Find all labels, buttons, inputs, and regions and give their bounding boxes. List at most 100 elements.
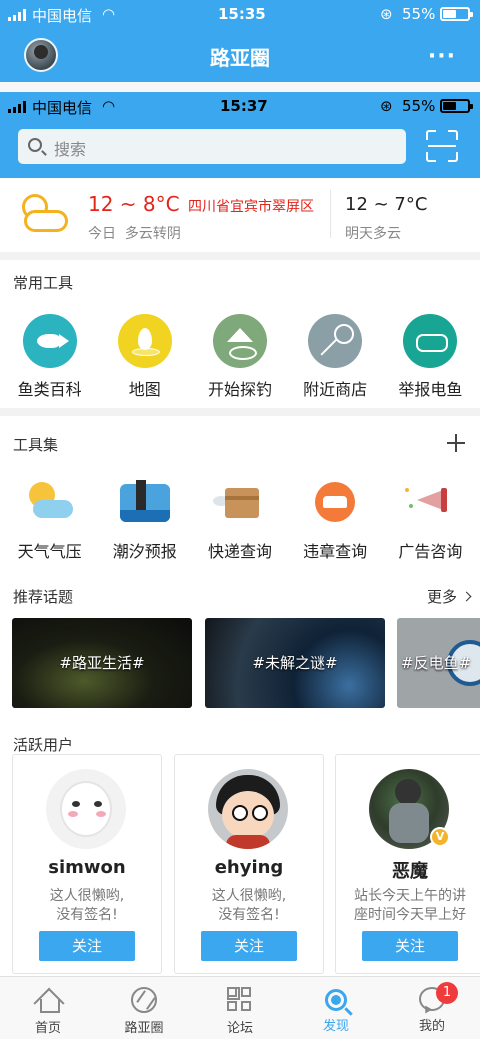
scan-icon[interactable] [426, 130, 458, 162]
follow-button[interactable]: 关注 [39, 931, 135, 961]
carrier-label: 中国电信 [32, 7, 93, 25]
tab-label: 我的 [418, 1019, 445, 1034]
tool-label: 附近商店 [303, 380, 368, 399]
tool-weather-pressure[interactable]: 天气气压 [7, 476, 93, 562]
bottom-tab-bar: 首页 路亚圈 论坛 发现 1 我的 [0, 976, 480, 1039]
signature-line: 这人很懒哟, [211, 888, 287, 904]
today-description: 多云转阴 [124, 226, 181, 242]
follow-button[interactable]: 关注 [201, 931, 297, 961]
tool-fish-encyclopedia[interactable]: 鱼类百科 [7, 314, 93, 400]
location-label: 四川省宜宾市翠屏区 [188, 199, 314, 215]
tool-ad-inquiry[interactable]: 广告咨询 [387, 476, 473, 562]
page-title: 路亚圈 [210, 46, 270, 70]
tool-express-query[interactable]: 快递查询 [197, 476, 283, 562]
car-icon [306, 476, 364, 530]
section-title: 活跃用户 [13, 736, 74, 754]
tool-label: 快递查询 [207, 542, 272, 561]
search-input[interactable]: 搜索 [18, 129, 406, 164]
topic-card[interactable]: #反电鱼# [397, 618, 480, 708]
topics-section: 推荐话题 更多 #路亚生活# #未解之谜# #反电鱼# [0, 578, 480, 720]
active-users-section: 活跃用户 simwon 这人很懒哟, 没有签名! 关注 ehying 这人很懒哟… [0, 720, 480, 976]
inner-status-bar: 中国电信 ◠ 15:37 ⊛ 55% [0, 92, 480, 120]
fish-icon [22, 314, 77, 368]
more-topics-link[interactable]: 更多 [426, 586, 472, 607]
topic-card[interactable]: #未解之谜# [205, 618, 385, 708]
search-icon [28, 138, 42, 152]
megaphone-icon [401, 476, 459, 530]
tool-map[interactable]: 地图 [102, 314, 188, 400]
tool-label: 举报电鱼 [398, 380, 463, 399]
signal-icon [8, 101, 26, 113]
aperture-icon [131, 987, 157, 1013]
landing-net-icon [308, 314, 363, 368]
discover-search-icon [325, 989, 347, 1011]
user-name: ehying [214, 857, 284, 878]
search-bar: 搜索 [0, 120, 480, 178]
topic-label: #路亚生活# [59, 654, 145, 672]
user-signature: 站长今天上午的讲 座时间今天早上好 [340, 887, 480, 925]
outer-status-bar: 中国电信 ◠ 15:35 ⊛ 55% [0, 0, 480, 28]
today-temperature: 12 ~ 8°C [88, 192, 180, 216]
divider [0, 82, 480, 92]
section-title: 推荐话题 [13, 588, 74, 606]
topic-card[interactable]: #路亚生活# [12, 618, 192, 708]
chevron-right-icon [461, 591, 472, 602]
map-pin-icon [117, 314, 172, 368]
user-name: 恶魔 [392, 861, 428, 882]
tool-set-section: 工具集 天气气压 潮汐预报 快递查询 违章查询 广告咨询 [0, 416, 480, 578]
battery-icon [440, 99, 473, 113]
signature-line: 站长今天上午的讲 [354, 888, 466, 904]
weather-icon [21, 476, 79, 530]
more-options-icon[interactable]: ··· [428, 44, 456, 69]
user-card[interactable]: ehying 这人很懒哟, 没有签名! 关注 [174, 754, 324, 974]
signature-line: 没有签名! [218, 907, 280, 923]
status-time: 15:35 [218, 5, 266, 23]
tool-label: 违章查询 [303, 542, 368, 561]
signature-line: 这人很懒哟, [49, 888, 125, 904]
follow-button[interactable]: 关注 [362, 931, 458, 961]
tab-forum[interactable]: 论坛 [192, 977, 288, 1039]
section-title: 工具集 [13, 436, 59, 454]
tomorrow-description: 明天多云 [345, 226, 401, 242]
battery-icon [440, 7, 473, 21]
tool-violation-query[interactable]: 违章查询 [292, 476, 378, 562]
tool-tide-forecast[interactable]: 潮汐预报 [102, 476, 188, 562]
partly-cloudy-icon [18, 192, 70, 238]
weather-card[interactable]: 12 ~ 8°C 四川省宜宾市翠屏区 今日 多云转阴 12 ~ 7°C 明天多云 [0, 178, 480, 252]
tool-label: 潮汐预报 [112, 542, 177, 561]
notification-badge: 1 [436, 982, 458, 1004]
topic-label: #未解之谜# [252, 654, 338, 672]
tab-discover[interactable]: 发现 [288, 977, 384, 1039]
tool-label: 鱼类百科 [17, 380, 82, 399]
signature-line: 没有签名! [56, 907, 118, 923]
tool-label: 天气气压 [17, 542, 82, 561]
tab-home[interactable]: 首页 [0, 977, 96, 1039]
section-title: 常用工具 [13, 274, 74, 292]
today-summary: 今日 多云转阴 [88, 223, 181, 243]
more-label: 更多 [426, 588, 457, 606]
verified-badge-icon: V [430, 827, 450, 847]
tool-report-electrofishing[interactable]: 举报电鱼 [387, 314, 473, 400]
tool-label: 地图 [128, 380, 161, 399]
parcel-icon [211, 476, 269, 530]
rotation-lock-icon: ⊛ [380, 97, 393, 115]
user-card[interactable]: simwon 这人很懒哟, 没有签名! 关注 [12, 754, 162, 974]
user-card[interactable]: V 恶魔 站长今天上午的讲 座时间今天早上好 关注 [335, 754, 480, 974]
add-tool-icon[interactable] [447, 434, 465, 452]
topic-label: #反电鱼# [401, 654, 472, 672]
tab-lure-circle[interactable]: 路亚圈 [96, 977, 192, 1039]
tab-label: 发现 [322, 1019, 349, 1034]
tab-label: 路亚圈 [124, 1021, 164, 1036]
divider [330, 190, 331, 238]
fishing-spot-icon [212, 314, 267, 368]
tab-label: 论坛 [226, 1021, 253, 1036]
tab-mine[interactable]: 1 我的 [384, 977, 480, 1039]
common-tools-section: 常用工具 鱼类百科 地图 开始探钓 附近商店 举报电鱼 [0, 260, 480, 408]
home-icon [35, 987, 61, 1013]
tool-label: 开始探钓 [207, 380, 272, 399]
tool-start-fishing[interactable]: 开始探钓 [197, 314, 283, 400]
signal-icon [8, 9, 26, 21]
wifi-icon: ◠ [102, 5, 116, 23]
tool-label: 广告咨询 [398, 542, 463, 561]
tool-nearby-shops[interactable]: 附近商店 [292, 314, 378, 400]
